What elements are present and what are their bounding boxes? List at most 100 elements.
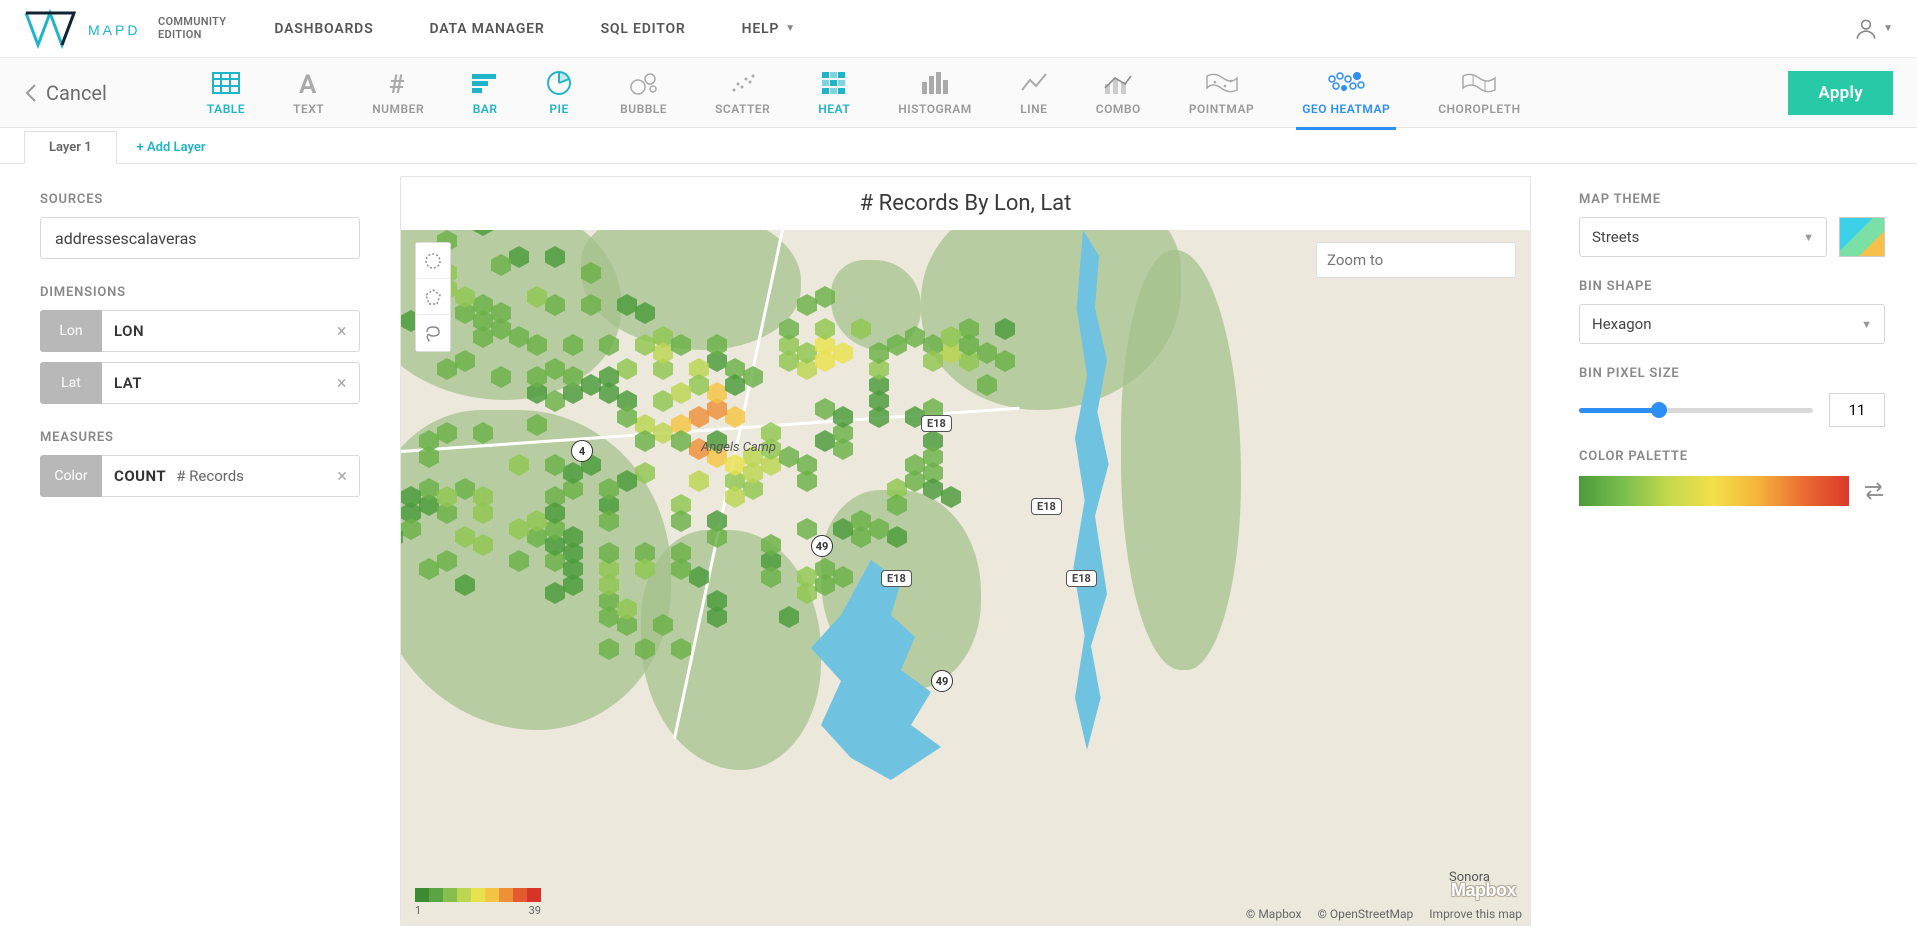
zoom-to-input[interactable]	[1316, 242, 1516, 278]
scatter-icon	[730, 72, 756, 94]
edition-line2: EDITION	[158, 29, 226, 42]
type-heat[interactable]: HEAT	[818, 70, 850, 116]
attr-mapbox[interactable]: © Mapbox	[1246, 907, 1302, 921]
remove-dim-lat[interactable]: ×	[337, 373, 347, 394]
table-icon	[212, 72, 240, 94]
attr-improve[interactable]: Improve this map	[1429, 907, 1522, 921]
map-canvas[interactable]: 4 49 49 E18 E18 E18 E18 Angels Camp Sono…	[401, 230, 1530, 925]
measures-label: MEASURES	[40, 430, 360, 445]
circle-select-tool[interactable]	[416, 243, 450, 279]
nav-sql-editor[interactable]: SQL EDITOR	[601, 21, 686, 37]
route-e18-badge: E18	[1066, 570, 1097, 587]
type-bubble[interactable]: BUBBLE	[620, 70, 667, 116]
dimension-lon[interactable]: Lon LON×	[40, 310, 360, 352]
combo-icon	[1103, 72, 1133, 94]
top-nav: MAPD COMMUNITY EDITION DASHBOARDS DATA M…	[0, 0, 1917, 58]
type-histogram[interactable]: HISTOGRAM	[898, 70, 972, 116]
map-legend: 1 39	[415, 888, 541, 917]
type-scatter[interactable]: SCATTER	[715, 70, 770, 116]
edition-text: COMMUNITY EDITION	[158, 16, 226, 41]
type-label: SCATTER	[715, 102, 770, 116]
nav-data-manager[interactable]: DATA MANAGER	[429, 21, 544, 37]
left-panel: SOURCES addressescalaveras DIMENSIONS Lo…	[0, 164, 400, 926]
map-theme-value: Streets	[1592, 228, 1639, 246]
caret-down-icon: ▼	[1803, 231, 1814, 244]
type-pointmap[interactable]: POINTMAP	[1189, 70, 1254, 116]
dim-value-lon: LON	[114, 322, 144, 340]
type-label: GEO HEATMAP	[1302, 102, 1390, 116]
type-pie[interactable]: PIE	[546, 70, 572, 116]
svg-text:#: #	[389, 71, 405, 95]
type-table[interactable]: TABLE	[207, 70, 245, 116]
type-text[interactable]: A TEXT	[293, 70, 324, 116]
swap-icon[interactable]	[1863, 482, 1885, 500]
caret-down-icon: ▼	[1861, 318, 1872, 331]
remove-dim-lon[interactable]: ×	[337, 321, 347, 342]
add-layer-button[interactable]: + Add Layer	[137, 140, 206, 163]
apply-button[interactable]: Apply	[1788, 71, 1893, 115]
map-theme-select[interactable]: Streets ▼	[1579, 217, 1827, 257]
type-label: BUBBLE	[620, 102, 667, 116]
bin-shape-select[interactable]: Hexagon ▼	[1579, 304, 1885, 344]
measure-color[interactable]: Color COUNT # Records ×	[40, 455, 360, 497]
chart-type-list: TABLE A TEXT # NUMBER BAR PIE BUBBLE SCA…	[207, 70, 1521, 116]
choropleth-icon	[1461, 72, 1497, 94]
pointmap-icon	[1205, 72, 1239, 94]
measure-agg: COUNT	[114, 467, 166, 485]
nav-dashboards[interactable]: DASHBOARDS	[274, 21, 373, 37]
map-viewport: # Records By Lon, Lat 4	[400, 164, 1547, 926]
layer-tab-1[interactable]: Layer 1	[24, 131, 117, 164]
bin-pixel-size-label: BIN PIXEL SIZE	[1579, 366, 1885, 381]
logo-block[interactable]: MAPD COMMUNITY EDITION	[24, 9, 226, 49]
draw-tools	[415, 242, 451, 352]
user-menu[interactable]: ▼	[1853, 16, 1893, 42]
type-combo[interactable]: COMBO	[1096, 70, 1141, 116]
dotted-polygon-icon	[424, 288, 442, 306]
nav-help[interactable]: HELP ▼	[742, 21, 796, 37]
cancel-button[interactable]: Cancel	[24, 81, 107, 105]
dotted-circle-icon	[424, 252, 442, 270]
route-e18-badge: E18	[881, 570, 912, 587]
heat-icon	[822, 72, 846, 94]
type-label: HEAT	[818, 102, 850, 116]
bar-icon	[472, 72, 498, 94]
bin-size-input[interactable]	[1829, 393, 1885, 427]
type-choropleth[interactable]: CHOROPLETH	[1438, 70, 1520, 116]
right-panel: MAP THEME Streets ▼ BIN SHAPE Hexagon ▼ …	[1547, 164, 1917, 926]
remove-measure[interactable]: ×	[337, 466, 347, 487]
type-label: CHOROPLETH	[1438, 102, 1520, 116]
dimension-lat[interactable]: Lat LAT×	[40, 362, 360, 404]
type-label: COMBO	[1096, 102, 1141, 116]
edition-line1: COMMUNITY	[158, 16, 226, 29]
source-field[interactable]: addressescalaveras	[40, 217, 360, 259]
attr-osm[interactable]: © OpenStreetMap	[1317, 907, 1413, 921]
dimensions-label: DIMENSIONS	[40, 285, 360, 300]
type-label: HISTOGRAM	[898, 102, 972, 116]
pie-icon	[546, 70, 572, 96]
map-title: # Records By Lon, Lat	[401, 177, 1530, 230]
chart-type-toolbar: Cancel TABLE A TEXT # NUMBER BAR PIE BUB…	[0, 58, 1917, 128]
bin-shape-label: BIN SHAPE	[1579, 279, 1885, 294]
slider-thumb[interactable]	[1651, 402, 1667, 418]
type-bar[interactable]: BAR	[472, 70, 498, 116]
type-label: PIE	[549, 102, 568, 116]
map-theme-thumbnail[interactable]	[1839, 217, 1885, 257]
type-label: LINE	[1020, 102, 1047, 116]
type-number[interactable]: # NUMBER	[372, 70, 424, 116]
mapd-logo-icon	[24, 9, 78, 49]
type-label: NUMBER	[372, 102, 424, 116]
route-49-badge: 49	[811, 535, 833, 557]
route-4-badge: 4	[571, 440, 593, 462]
type-geo-heatmap[interactable]: GEO HEATMAP	[1302, 70, 1390, 116]
place-label-angels-camp: Angels Camp	[701, 440, 776, 455]
type-line[interactable]: LINE	[1020, 70, 1048, 116]
number-icon: #	[386, 71, 410, 95]
type-label: BAR	[473, 102, 498, 116]
color-palette-bar[interactable]	[1579, 476, 1849, 506]
bin-size-slider[interactable]	[1579, 408, 1813, 413]
polygon-select-tool[interactable]	[416, 279, 450, 315]
bin-shape-value: Hexagon	[1592, 315, 1652, 333]
topnav-items: DASHBOARDS DATA MANAGER SQL EDITOR HELP …	[274, 21, 796, 37]
layer-tabs: Layer 1 + Add Layer	[0, 128, 1917, 164]
lasso-select-tool[interactable]	[416, 315, 450, 351]
